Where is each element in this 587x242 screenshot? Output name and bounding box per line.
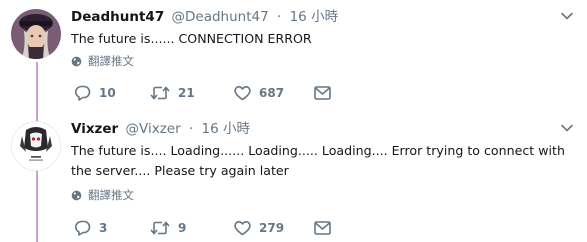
envelope-icon	[314, 221, 331, 235]
separator: ·	[277, 9, 282, 25]
reply-icon	[75, 220, 91, 236]
direct-message-button[interactable]	[314, 84, 331, 102]
globe-icon	[71, 190, 82, 200]
avatar[interactable]	[11, 121, 61, 171]
reply-button[interactable]: 10	[74, 84, 116, 102]
tweet-actions: 3 9 279	[74, 219, 334, 237]
timestamp[interactable]: 16 小時	[202, 121, 250, 137]
retweet-icon	[150, 86, 170, 100]
like-count: 687	[259, 86, 285, 100]
separator: ·	[188, 121, 194, 137]
reply-icon	[75, 85, 91, 101]
like-button[interactable]: 687	[234, 84, 284, 102]
tweet-vixzer[interactable]: Vixzer @Vixzer · 16 小時 The future is....…	[0, 110, 587, 242]
avatar-image	[12, 122, 60, 170]
reply-count: 10	[99, 86, 116, 100]
tweet-header: Vixzer @Vixzer · 16 小時	[71, 120, 250, 138]
translate-tweet-link[interactable]: 翻譯推文	[71, 188, 134, 202]
tweet-deadhunt47[interactable]: Deadhunt47 @Deadhunt47 · 16 小時 The futur…	[0, 0, 587, 110]
envelope-icon	[314, 86, 331, 100]
like-count: 279	[259, 221, 285, 235]
avatar-image	[11, 9, 61, 59]
reply-count: 3	[99, 221, 108, 235]
heart-icon	[234, 86, 251, 101]
display-name[interactable]: Vixzer	[71, 121, 118, 137]
chevron-down-icon[interactable]	[561, 124, 573, 132]
user-handle[interactable]: @Vixzer	[126, 121, 181, 137]
tweet-text: The future is.... Loading...... Loading.…	[71, 143, 565, 178]
retweet-icon	[150, 221, 170, 235]
retweet-button[interactable]: 21	[150, 84, 195, 102]
display-name[interactable]: Deadhunt47	[71, 9, 164, 25]
translate-label: 翻譯推文	[88, 54, 134, 68]
chevron-down-icon[interactable]	[561, 12, 573, 20]
translate-tweet-link[interactable]: 翻譯推文	[71, 54, 134, 68]
tweet-header: Deadhunt47 @Deadhunt47 · 16 小時	[71, 8, 338, 26]
globe-icon	[71, 56, 82, 66]
user-handle[interactable]: @Deadhunt47	[172, 9, 269, 25]
heart-icon	[234, 221, 251, 236]
like-button[interactable]: 279	[234, 219, 284, 237]
timestamp[interactable]: 16 小時	[290, 9, 338, 25]
tweet-text: The future is...... CONNECTION ERROR	[71, 31, 312, 46]
retweet-button[interactable]: 9	[150, 219, 186, 237]
tweet-actions: 10 21 687	[74, 84, 334, 102]
retweet-count: 9	[178, 221, 187, 235]
reply-button[interactable]: 3	[74, 219, 107, 237]
direct-message-button[interactable]	[314, 219, 331, 237]
avatar[interactable]	[11, 9, 61, 59]
retweet-count: 21	[178, 86, 195, 100]
translate-label: 翻譯推文	[88, 188, 134, 202]
